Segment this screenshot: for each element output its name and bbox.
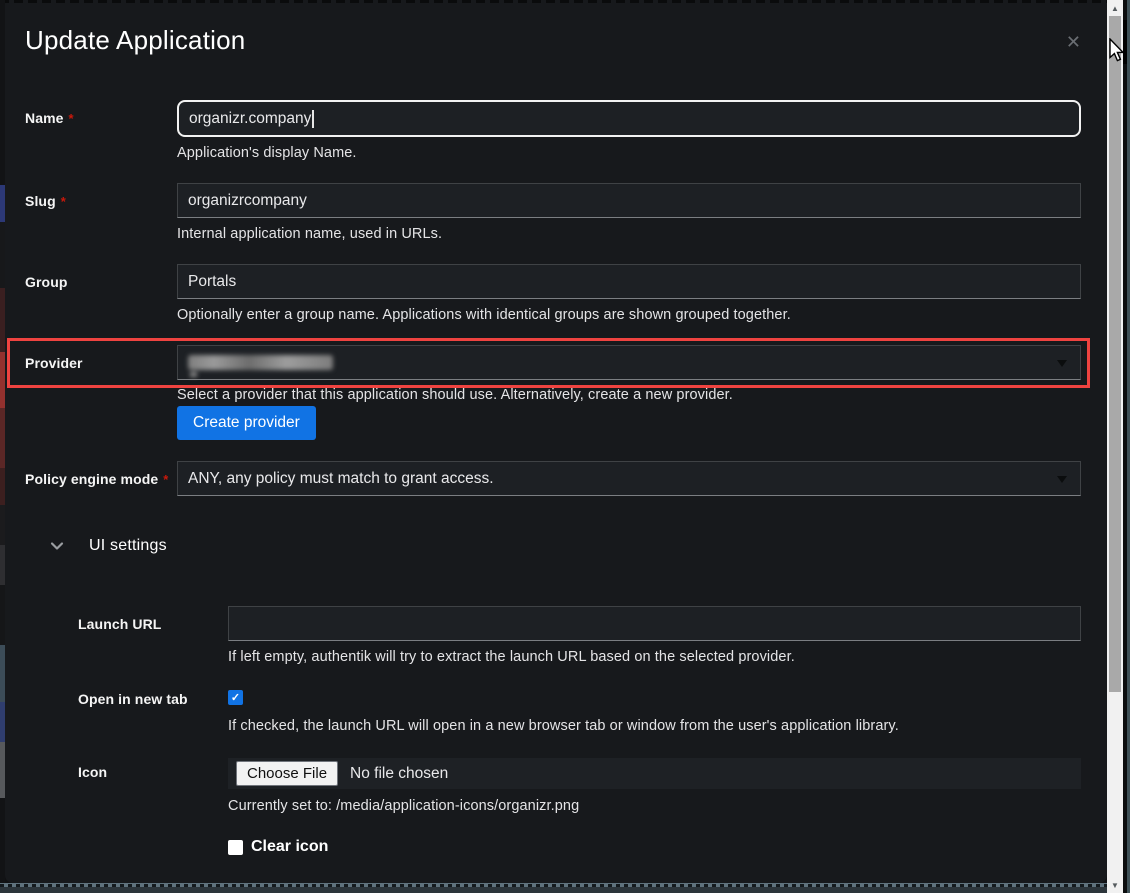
select-caret-icon	[1057, 360, 1067, 367]
redacted-provider-value	[188, 355, 333, 370]
update-application-modal: Update Application ✕ Name* organizr.comp…	[5, 3, 1107, 883]
form-row-slug: Slug* Internal application name, used in…	[25, 183, 1081, 242]
mouse-cursor	[1108, 38, 1126, 69]
choose-file-button[interactable]: Choose File	[236, 761, 338, 786]
ui-settings-label: UI settings	[89, 537, 167, 555]
text-cursor	[312, 110, 314, 128]
required-marker: *	[61, 194, 66, 209]
file-status-text: No file chosen	[350, 765, 448, 783]
form-row-icon: Icon Choose File No file chosen Currentl…	[78, 758, 1081, 814]
create-provider-button[interactable]: Create provider	[177, 406, 316, 440]
launch-url-label: Launch URL	[78, 606, 228, 632]
provider-label: Provider	[25, 345, 177, 371]
policy-engine-mode-label: Policy engine mode*	[25, 461, 177, 487]
group-label: Group	[25, 264, 177, 290]
check-icon: ✓	[231, 691, 240, 704]
icon-label: Icon	[78, 758, 228, 780]
slug-helper: Internal application name, used in URLs.	[177, 226, 1081, 242]
close-icon[interactable]: ✕	[1066, 33, 1081, 51]
group-field[interactable]	[177, 264, 1081, 299]
form-row-group: Group Optionally enter a group name. App…	[25, 264, 1081, 323]
scroll-down-icon[interactable]: ▼	[1107, 878, 1123, 892]
clear-icon-checkbox[interactable]	[228, 840, 243, 855]
scrollbar-thumb[interactable]	[1109, 16, 1121, 692]
slug-field[interactable]	[177, 183, 1081, 218]
scroll-up-icon[interactable]: ▲	[1107, 1, 1123, 15]
screenshot-bottom-edge	[0, 883, 1130, 893]
page-title: Update Application	[25, 25, 1081, 56]
name-field[interactable]: organizr.company	[177, 100, 1081, 137]
group-helper: Optionally enter a group name. Applicati…	[177, 307, 1081, 323]
provider-select[interactable]	[177, 345, 1081, 380]
open-in-new-tab-label: Open in new tab	[78, 690, 228, 707]
open-in-new-tab-helper: If checked, the launch URL will open in …	[228, 718, 1081, 734]
name-helper: Application's display Name.	[177, 145, 1081, 161]
launch-url-field[interactable]	[228, 606, 1081, 641]
open-in-new-tab-checkbox[interactable]: ✓	[228, 690, 243, 705]
chevron-down-icon[interactable]	[50, 539, 64, 553]
form-row-policy-engine-mode: Policy engine mode* ANY, any policy must…	[25, 461, 1081, 496]
icon-file-input[interactable]: Choose File No file chosen	[228, 758, 1081, 789]
launch-url-helper: If left empty, authentik will try to ext…	[228, 649, 1081, 665]
screenshot-top-edge	[0, 0, 1130, 3]
screenshot-right-edge	[1123, 0, 1130, 893]
form-row-provider: Provider Select a provider that this app…	[25, 345, 1081, 440]
name-label: Name*	[25, 100, 177, 126]
icon-helper: Currently set to: /media/application-ico…	[228, 798, 1081, 814]
policy-engine-mode-select[interactable]: ANY, any policy must match to grant acce…	[177, 461, 1081, 496]
ui-settings-group-header[interactable]: UI settings	[50, 534, 1081, 558]
background-page-edge	[0, 0, 5, 893]
select-caret-icon	[1057, 476, 1067, 483]
clear-icon-label: Clear icon	[251, 838, 328, 856]
provider-helper: Select a provider that this application …	[177, 387, 1081, 403]
required-marker: *	[163, 472, 168, 487]
slug-label: Slug*	[25, 183, 177, 209]
form-row-clear-icon: Clear icon	[78, 838, 1081, 856]
form-row-open-in-new-tab: Open in new tab ✓ If checked, the launch…	[78, 690, 1081, 734]
form-row-launch-url: Launch URL If left empty, authentik will…	[78, 606, 1081, 665]
form-row-name: Name* organizr.company Application's dis…	[25, 100, 1081, 161]
vertical-scrollbar[interactable]: ▲ ▼	[1107, 0, 1123, 893]
required-marker: *	[69, 111, 74, 126]
